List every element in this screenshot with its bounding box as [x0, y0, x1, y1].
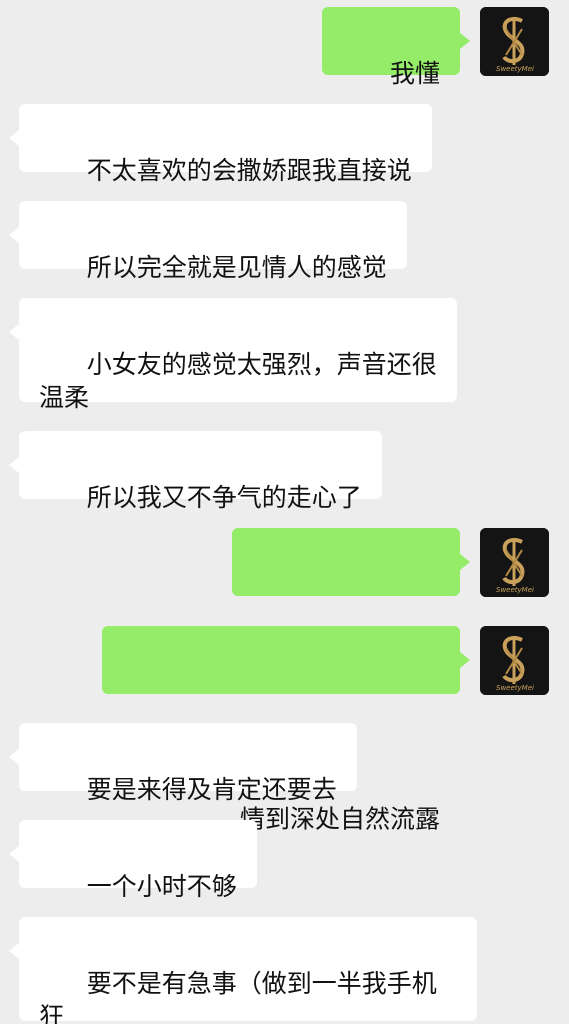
ysl-gold-logo-icon: SweetyMei [480, 626, 549, 695]
message-row-incoming: 所以完全就是见情人的感觉 [0, 201, 569, 282]
message-bubble[interactable]: 情到深处自然流露 [102, 626, 470, 834]
blush-emoji-icon [205, 676, 237, 773]
ysl-gold-logo-icon: SweetyMei [480, 528, 549, 597]
blush-emoji-icon [170, 676, 202, 773]
blush-emoji-icon [335, 578, 367, 675]
message-row-incoming: 一个小时不够 [0, 820, 569, 901]
message-text: 我懂 [389, 59, 440, 88]
message-row-outgoing: 我懂 SweetyMei [0, 7, 569, 88]
message-row-outgoing: 情到深处自然流露 SweetyMei [0, 626, 569, 834]
blush-emoji-icon [405, 578, 437, 675]
message-bubble[interactable]: 小女友的感觉太强烈，声音还很 温柔 [9, 298, 457, 412]
avatar-brand-text: SweetyMei [496, 65, 534, 73]
avatar[interactable]: SweetyMei [480, 528, 549, 597]
message-bubble[interactable]: 不太喜欢的会撒娇跟我直接说 [9, 104, 432, 185]
message-bubble[interactable] [232, 528, 470, 675]
message-text: 所以我又不争气的走心了 [86, 483, 362, 512]
avatar[interactable]: SweetyMei [480, 7, 549, 76]
message-bubble[interactable]: 要是来得及肯定还要去 [9, 723, 357, 804]
message-text: 小女友的感觉太强烈，声音还很 温柔 [39, 350, 437, 412]
message-row-incoming: 要是来得及肯定还要去 [0, 723, 569, 804]
message-text: 所以完全就是见情人的感觉 [86, 253, 387, 282]
message-bubble[interactable]: 我懂 [322, 7, 470, 88]
chat-history[interactable]: 我懂 SweetyMei 不太喜欢的会撒娇跟我直接说 所以完全就是见情人的感觉 … [0, 0, 569, 1024]
message-bubble[interactable]: 所以我又不争气的走心了 [9, 431, 382, 512]
message-row-incoming: 所以我又不争气的走心了 [0, 431, 569, 512]
message-row-incoming: 要不是有急事（做到一半我手机狂 响），后面也有人我肯定要加钟 [0, 917, 569, 1024]
message-row-incoming: 小女友的感觉太强烈，声音还很 温柔 [0, 298, 569, 412]
blush-emoji-icon [370, 578, 402, 675]
avatar-brand-text: SweetyMei [496, 586, 534, 594]
message-row-outgoing: SweetyMei [0, 528, 569, 675]
avatar-brand-text: SweetyMei [496, 684, 534, 692]
message-text: 要是来得及肯定还要去 [86, 775, 337, 804]
smirk-emoji-icon [300, 578, 332, 675]
message-bubble[interactable]: 要不是有急事（做到一半我手机狂 响），后面也有人我肯定要加钟 [9, 917, 477, 1024]
message-text: 不太喜欢的会撒娇跟我直接说 [86, 156, 412, 185]
ysl-gold-logo-icon: SweetyMei [480, 7, 549, 76]
avatar[interactable]: SweetyMei [480, 626, 549, 695]
message-row-incoming: 不太喜欢的会撒娇跟我直接说 [0, 104, 569, 185]
message-text: 要不是有急事（做到一半我手机狂 响），后面也有人我肯定要加钟 [39, 969, 437, 1024]
message-bubble[interactable]: 所以完全就是见情人的感觉 [9, 201, 407, 282]
message-text: 一个小时不够 [86, 872, 237, 901]
message-bubble[interactable]: 一个小时不够 [9, 820, 257, 901]
